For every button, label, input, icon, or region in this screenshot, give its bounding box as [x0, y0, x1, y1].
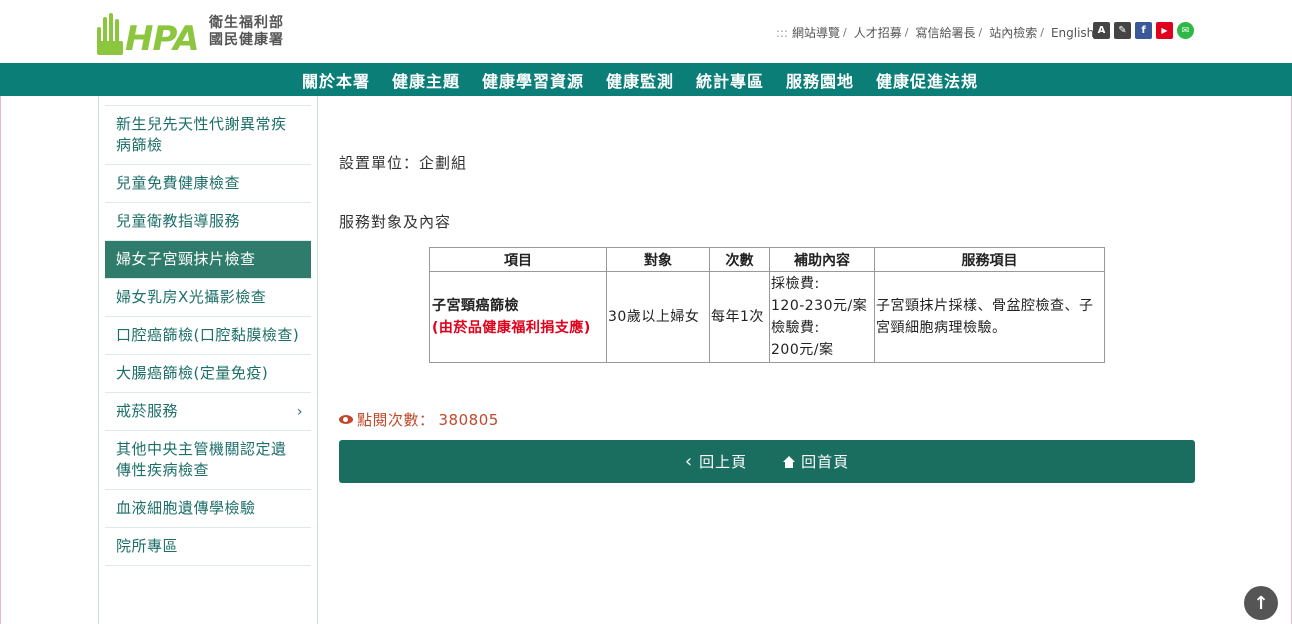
sidebar-item-smoking-cessation[interactable]: 戒菸服務 ›: [105, 392, 311, 430]
nav-regulations[interactable]: 健康促進法規: [865, 68, 989, 92]
hpa-logo-mark: HPA: [97, 7, 203, 57]
service-heading: 服務對象及內容: [339, 213, 452, 231]
cell-frequency: 每年1次: [709, 271, 770, 363]
table-row: 子宮頸癌篩檢 (由菸品健康福利捐支應) 30歲以上婦女 每年1次 採檢費: 12…: [429, 271, 1105, 363]
logo-hands-icon: [97, 7, 123, 57]
brush-icon[interactable]: ✎: [1114, 22, 1131, 39]
site-logo[interactable]: HPA 衛生福利部 國民健康署: [97, 6, 284, 58]
utility-links: ::: 網站導覽/ 人才招募/ 寫信給署長/ 站內檢索/ English/: [775, 24, 1101, 41]
nav-health-topics[interactable]: 健康主題: [381, 68, 471, 92]
back-button[interactable]: ‹ 回上頁: [685, 451, 747, 472]
nav-health-monitoring[interactable]: 健康監測: [595, 68, 685, 92]
home-icon: [783, 455, 796, 468]
column-header-frequency: 次數: [709, 247, 770, 272]
table-header-row: 項目 對象 次數 補助內容 服務項目: [429, 247, 1105, 272]
view-counter: 點閱次數： 380805: [339, 409, 499, 430]
site-header: HPA 衛生福利部 國民健康署 ::: 網站導覽 / 人才招募 / 寫信給署長 / 站…: [0, 0, 1292, 63]
sidebar-item-mammography[interactable]: 婦女乳房X光攝影檢查: [105, 278, 311, 316]
sidebar-item-label: 戒菸服務: [116, 402, 179, 420]
link-mail-director[interactable]: 寫信給署長: [915, 24, 975, 41]
accesskey-marker[interactable]: :::: [776, 26, 788, 40]
sidebar-item-clinic-zone[interactable]: 院所專區: [105, 527, 311, 566]
nav-learning-resources[interactable]: 健康學習資源: [471, 68, 595, 92]
nav-statistics[interactable]: 統計專區: [685, 68, 775, 92]
chevron-right-icon: ›: [296, 404, 303, 420]
org-name-line1: 衛生福利部: [209, 15, 284, 31]
line-icon[interactable]: ✉: [1177, 22, 1194, 39]
cell-services: 子宮頸抹片採樣、骨盆腔檢查、子宮頸細胞病理檢驗。: [874, 271, 1105, 363]
responsible-unit: 設置單位：企劃組: [339, 154, 468, 172]
column-header-services: 服務項目: [874, 247, 1105, 272]
service-table: 項目 對象 次數 補助內容 服務項目 子宮頸癌篩檢 (由菸品健康福利捐支應) 3…: [429, 247, 1105, 363]
link-site-search[interactable]: 站內檢索: [989, 24, 1037, 41]
sidebar: 新生兒先天性代謝異常疾病篩檢 兒童免費健康檢查 兒童衛教指導服務 婦女子宮頸抹片…: [98, 96, 318, 624]
subsidy-line: 200元/案: [771, 342, 834, 358]
org-name: 衛生福利部 國民健康署: [209, 15, 284, 49]
item-name: 子宮頸癌篩檢: [432, 298, 519, 314]
arrow-up-icon: ↑: [1253, 592, 1269, 614]
social-icons: A ✎ f ▶ ✉: [1093, 22, 1194, 39]
eye-icon: [339, 415, 353, 424]
link-recruitment[interactable]: 人才招募: [854, 24, 902, 41]
sidebar-item-cytogenetics[interactable]: 血液細胞遺傳學檢驗: [105, 489, 311, 527]
link-sitemap[interactable]: 網站導覽: [792, 24, 840, 41]
subsidy-line: 採檢費:: [771, 276, 820, 292]
link-english[interactable]: English: [1051, 26, 1094, 40]
nav-about[interactable]: 關於本署: [291, 68, 381, 92]
scroll-to-top-button[interactable]: ↑: [1244, 586, 1278, 620]
chevron-left-icon: ‹: [684, 450, 694, 472]
cell-subsidy: 採檢費: 120-230元/案 檢驗費: 200元/案: [769, 271, 875, 363]
sidebar-item-oral-cancer[interactable]: 口腔癌篩檢(口腔黏膜檢查): [105, 316, 311, 354]
cell-item: 子宮頸癌篩檢 (由菸品健康福利捐支應): [429, 271, 607, 363]
subsidy-line: 檢驗費:: [771, 320, 820, 336]
page-action-bar: ‹ 回上頁 回首頁: [339, 440, 1195, 483]
logo-letters: HPA: [125, 19, 200, 59]
home-button[interactable]: 回首頁: [783, 451, 849, 472]
column-header-target: 對象: [606, 247, 710, 272]
facebook-icon[interactable]: f: [1135, 22, 1152, 39]
org-name-line2: 國民健康署: [209, 32, 284, 48]
font-size-icon[interactable]: A: [1093, 22, 1110, 39]
main-nav: 關於本署 健康主題 健康學習資源 健康監測 統計專區 服務園地 健康促進法規: [0, 63, 1292, 96]
views-label: 點閱次數：: [357, 411, 435, 429]
item-funding-note: (由菸品健康福利捐支應): [432, 320, 591, 336]
nav-services[interactable]: 服務園地: [775, 68, 865, 92]
column-header-item: 項目: [429, 247, 607, 272]
cell-target: 30歲以上婦女: [606, 271, 710, 363]
sidebar-item-pap-smear[interactable]: 婦女子宮頸抹片檢查: [105, 240, 311, 278]
column-header-subsidy: 補助內容: [769, 247, 875, 272]
youtube-icon[interactable]: ▶: [1156, 22, 1173, 39]
sidebar-item-colorectal[interactable]: 大腸癌篩檢(定量免疫): [105, 354, 311, 392]
back-button-label: 回上頁: [699, 453, 748, 471]
sidebar-item-newborn-screening[interactable]: 新生兒先天性代謝異常疾病篩檢: [105, 105, 311, 164]
home-button-label: 回首頁: [801, 453, 850, 471]
subsidy-line: 120-230元/案: [771, 298, 868, 314]
sidebar-item-child-education[interactable]: 兒童衛教指導服務: [105, 202, 311, 240]
views-count: 380805: [438, 410, 499, 429]
sidebar-item-child-checkup[interactable]: 兒童免費健康檢查: [105, 164, 311, 202]
sidebar-item-genetic-disease[interactable]: 其他中央主管機關認定遺傳性疾病檢查: [105, 430, 311, 489]
